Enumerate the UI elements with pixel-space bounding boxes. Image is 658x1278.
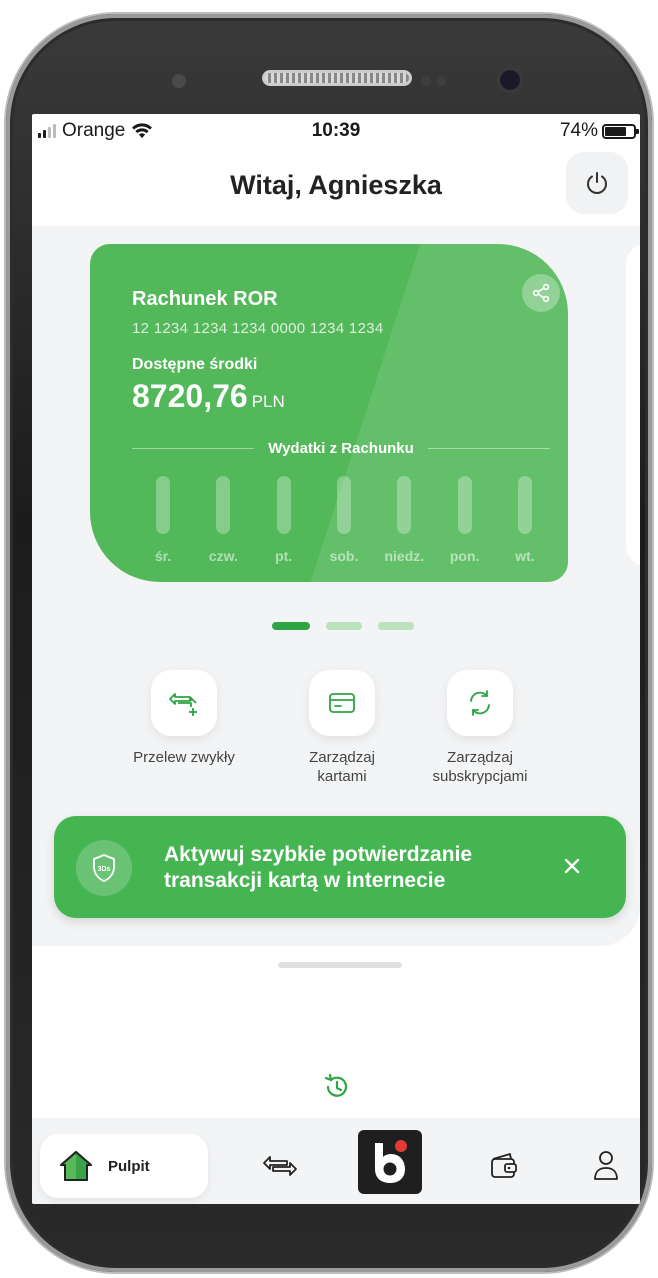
day-column[interactable]: pt.: [255, 476, 313, 564]
transfer-button[interactable]: [151, 670, 217, 736]
available-funds-amount: 8720,76 PLN: [132, 378, 285, 415]
close-icon: [564, 858, 580, 874]
cards-button[interactable]: [309, 670, 375, 736]
quick-action-label: Przelew zwykły: [133, 749, 235, 766]
sheet-drag-handle[interactable]: [278, 962, 402, 968]
day-bar: [276, 476, 291, 534]
app-screen: Orange 10:39 74% Witaj, Agnieszka Rachun…: [32, 114, 640, 1204]
expenses-chart: śr. czw. pt. sob. niedz. pon. wt.: [134, 476, 554, 564]
profile-icon: [594, 1151, 618, 1180]
day-label: pt.: [275, 548, 293, 564]
status-time: 10:39: [311, 120, 361, 141]
bottom-navigation: Pulpit: [32, 1118, 640, 1204]
page-title: Witaj, Agnieszka: [230, 170, 442, 200]
refresh-icon: [470, 690, 490, 716]
transfer-add-icon: [169, 693, 197, 716]
account-card[interactable]: Rachunek ROR 12 1234 1234 1234 0000 1234…: [90, 244, 568, 582]
day-column[interactable]: śr.: [134, 476, 192, 564]
pager-dot[interactable]: [378, 622, 414, 630]
share-icon: [532, 283, 550, 303]
nav-profile[interactable]: [584, 1144, 628, 1188]
earpiece-speaker: [262, 70, 412, 86]
next-account-card[interactable]: [626, 244, 640, 566]
banner-text: Aktywuj szybkie potwierdzanie transakcji…: [164, 843, 473, 892]
day-label: czw.: [208, 548, 238, 564]
nav-transfers[interactable]: [258, 1144, 302, 1188]
day-bar: [216, 476, 231, 534]
amount-value: 8720,76: [132, 378, 248, 414]
nav-home[interactable]: Pulpit: [40, 1134, 208, 1198]
expenses-title: Wydatki z Rachunku: [268, 440, 414, 457]
nav-home-label: Pulpit: [108, 1157, 150, 1175]
quick-action-label: Zarządzaj kartami: [309, 749, 375, 785]
sensor-dot: [436, 76, 446, 86]
day-label: wt.: [515, 548, 535, 564]
day-column[interactable]: pon.: [436, 476, 494, 564]
battery-icon: [602, 123, 639, 139]
3ds-badge: 3Ds: [98, 866, 111, 873]
subscriptions-button[interactable]: [447, 670, 513, 736]
sensor-dot: [421, 76, 431, 86]
day-label: śr.: [154, 548, 172, 564]
bank-logo-icon: [375, 1140, 407, 1183]
share-button[interactable]: [522, 274, 560, 312]
day-column[interactable]: wt.: [496, 476, 554, 564]
quick-action-transfer[interactable]: Przelew zwykły: [104, 670, 264, 767]
quick-action-cards[interactable]: Zarządzaj kartami: [262, 670, 422, 786]
day-column[interactable]: czw.: [194, 476, 252, 564]
3ds-activation-banner[interactable]: 3Ds Aktywuj szybkie potwierdzanie transa…: [54, 816, 626, 918]
pager-dot[interactable]: [326, 622, 362, 630]
banner-close-button[interactable]: [558, 852, 586, 880]
wallet-icon: [491, 1153, 517, 1178]
pager-dot-active[interactable]: [272, 622, 310, 630]
bank-logo[interactable]: [358, 1130, 422, 1194]
day-column[interactable]: sob.: [315, 476, 373, 564]
day-column[interactable]: niedz.: [375, 476, 433, 564]
nav-finances[interactable]: [482, 1144, 526, 1188]
proximity-sensor: [172, 74, 186, 88]
account-number: 12 1234 1234 1234 0000 1234 1234: [132, 320, 384, 337]
battery-percent: 74%: [559, 120, 598, 141]
quick-action-label: Zarządzaj subskrypcjami: [432, 749, 528, 785]
available-funds-label: Dostępne środki: [132, 356, 258, 373]
day-bar: [156, 476, 170, 534]
account-name: Rachunek ROR: [132, 288, 278, 310]
day-bar: [397, 476, 412, 534]
day-bar: [336, 476, 351, 534]
phone-frame: Orange 10:39 74% Witaj, Agnieszka Rachun…: [6, 14, 652, 1272]
day-label: pon.: [449, 548, 480, 564]
logout-button[interactable]: [566, 152, 628, 214]
quick-action-subscriptions[interactable]: Zarządzaj subskrypcjami: [400, 670, 560, 786]
day-bar: [457, 476, 472, 534]
day-bar: [517, 476, 532, 534]
power-icon: [587, 172, 607, 194]
day-label: niedz.: [384, 548, 425, 564]
day-label: sob.: [329, 548, 359, 564]
currency-label: PLN: [251, 392, 285, 411]
card-pager: [272, 622, 414, 630]
card-icon: [329, 693, 355, 713]
transfer-icon: [263, 1156, 297, 1176]
home-icon: [60, 1151, 92, 1181]
expenses-header: Wydatki z Rachunku: [132, 440, 550, 457]
status-bar: Orange 10:39 74%: [32, 114, 640, 150]
front-camera: [500, 70, 520, 90]
history-icon[interactable]: [322, 1072, 352, 1102]
3ds-shield-icon: 3Ds: [76, 840, 132, 896]
